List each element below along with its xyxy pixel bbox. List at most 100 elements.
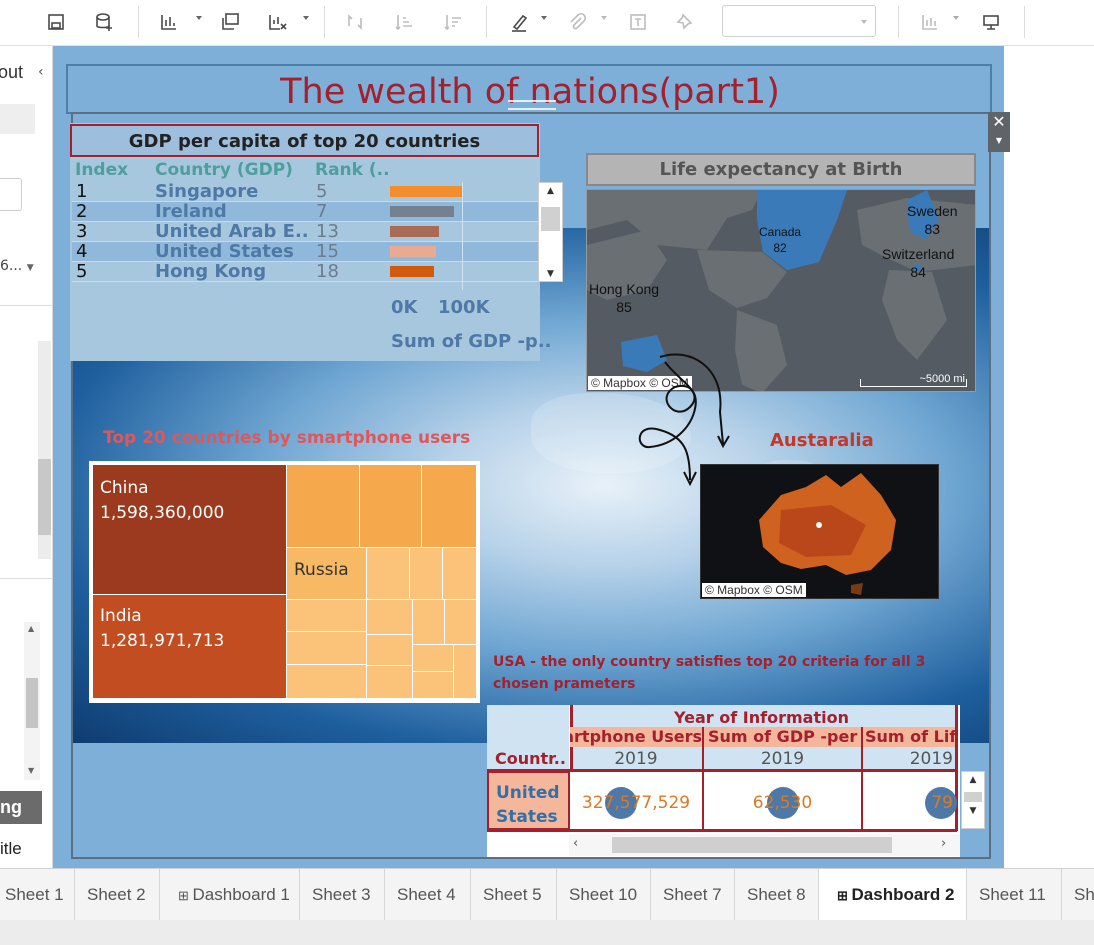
smartphone-title: Top 20 countries by smartphone users [103,428,471,448]
tab-dashboard-2[interactable]: ⊞ Dashboard 2 [819,869,967,921]
treemap-cell[interactable] [413,600,444,644]
tab-sheet-8[interactable]: Sheet 8 [735,869,819,921]
gdp-index: 1 [76,181,88,202]
crosstab-col-1[interactable]: Sum of GDP -per .. [704,727,862,747]
gdp-axis-label: Sum of GDP -p.. [391,331,552,352]
gdp-rank: 7 [316,201,328,222]
objects-scrollbar[interactable]: ▲ ▼ [24,622,40,780]
sort-ascending-icon[interactable] [392,8,416,36]
australia-title: Austaralia [770,430,874,451]
treemap-cell[interactable] [287,465,359,547]
new-datasource-icon[interactable] [92,8,116,36]
tab-sheet-7[interactable]: Sheet 7 [651,869,735,921]
crosstab-vscrollbar[interactable]: ▲ ▼ [961,771,985,829]
more-options-icon[interactable]: ▼ [988,132,1010,150]
pin-icon[interactable] [673,8,697,36]
gdp-rank: 13 [316,221,339,242]
gdp-bar[interactable] [390,266,435,277]
tab-sh[interactable]: Sh [1062,869,1094,921]
treemap-cell[interactable] [287,600,366,631]
gdp-scrollbar[interactable]: ▲ ▼ [538,182,563,282]
gdp-table-row[interactable] [72,202,538,222]
treemap-cell[interactable] [367,635,412,665]
drag-handle-icon[interactable] [508,100,556,110]
gdp-table-row[interactable] [72,262,538,282]
crosstab-col-0[interactable]: artphone Users [570,727,702,747]
gdp-country: Singapore [155,181,259,202]
crosstab-row-label[interactable]: United States [487,771,570,830]
scroll-left-icon[interactable]: ‹ [573,836,578,851]
duplicate-icon[interactable] [218,8,242,36]
treemap-cell[interactable] [422,465,476,547]
treemap-cell[interactable] [413,645,453,671]
smartphone-treemap[interactable]: China 1,598,360,000 India 1,281,971,713 Ru… [89,461,480,703]
text-label-icon[interactable] [626,8,650,36]
crosstab-row-header[interactable]: Countr.. [495,749,566,768]
gdp-bar[interactable] [390,206,454,217]
treemap-cell[interactable] [413,672,453,698]
treemap-cell[interactable] [410,548,442,599]
new-worksheet-icon[interactable] [157,8,181,36]
treemap-label-india: India 1,281,971,713 [100,606,225,651]
panel-input[interactable] [0,178,22,211]
dashboard-tab-icon: ⊞ [178,888,193,903]
fit-dropdown[interactable] [722,5,876,37]
crosstab[interactable]: Year of Information artphone Users Sum o… [487,705,960,857]
gdp-header-country[interactable]: Country (GDP) [155,160,293,180]
swap-icon[interactable] [343,8,367,36]
gdp-bar[interactable] [390,226,440,237]
tab-sheet-1[interactable]: Sheet 1 [0,869,75,921]
treemap-cell[interactable] [367,548,409,599]
panel-scrollbar[interactable] [38,341,51,559]
tab-sheet-2[interactable]: Sheet 2 [75,869,160,921]
gdp-bar[interactable] [390,186,462,197]
scroll-down-icon[interactable]: ▼ [539,269,562,279]
australia-map[interactable]: © Mapbox © OSM [700,464,939,599]
scroll-down-icon[interactable]: ▼ [962,806,984,816]
tab-sheet-11[interactable]: Sheet 11 [967,869,1062,921]
crosstab-year-0: 2019 [614,749,658,769]
scroll-up-icon[interactable]: ▲ [962,772,984,788]
treemap-cell[interactable] [443,548,476,599]
tab-sheet-10[interactable]: Sheet 10 [557,869,651,921]
close-icon[interactable]: ✕ [988,112,1010,132]
toolbar [0,0,1094,46]
usa-note: USA - the only country satisfies top 20 … [493,654,926,692]
size-dropdown[interactable]: 6... ▼ [0,258,34,274]
presentation-icon[interactable] [979,8,1003,36]
scroll-up-icon[interactable]: ▲ [539,183,562,199]
save-icon[interactable] [44,8,68,36]
treemap-cell[interactable] [445,600,476,644]
gdp-rank: 5 [316,181,328,202]
treemap-cell[interactable] [360,465,421,547]
attach-icon[interactable] [565,8,589,36]
treemap-cell[interactable] [287,632,366,664]
crosstab-hscrollbar[interactable]: ‹ › [569,834,960,856]
crosstab-year-2: 2019 [909,749,953,769]
treemap-cell[interactable] [367,600,412,634]
crosstab-header: Year of Information [674,708,849,727]
tab-sheet-4[interactable]: Sheet 4 [385,869,471,921]
tab-dashboard-1[interactable]: ⊞ Dashboard 1 [160,869,300,921]
life-title: Life expectancy at Birth [586,153,976,186]
highlight-icon[interactable] [507,8,531,36]
treemap-cell[interactable] [454,645,476,698]
clear-sheet-icon[interactable] [265,8,289,36]
gdp-bar[interactable] [390,246,436,257]
tab-sheet-3[interactable]: Sheet 3 [300,869,385,921]
gdp-table-row[interactable] [72,182,538,202]
show-me-icon[interactable] [918,8,942,36]
gdp-header-rank[interactable]: Rank (.. [315,160,390,180]
gdp-header-index[interactable]: Index [75,160,128,180]
panel-button[interactable]: ng [0,791,42,824]
sort-descending-icon[interactable] [441,8,465,36]
australia-attribution: © Mapbox © OSM [702,583,806,597]
treemap-cell[interactable] [367,666,412,698]
tab-sheet-5[interactable]: Sheet 5 [471,869,557,921]
scroll-right-icon[interactable]: › [941,836,946,851]
crosstab-col-2[interactable]: Sum of Life [863,727,955,747]
life-label-canada: Canada 82 [759,225,802,255]
treemap-cell[interactable] [287,665,366,698]
gdp-table-row[interactable] [72,242,538,262]
status-bar [0,920,1094,945]
